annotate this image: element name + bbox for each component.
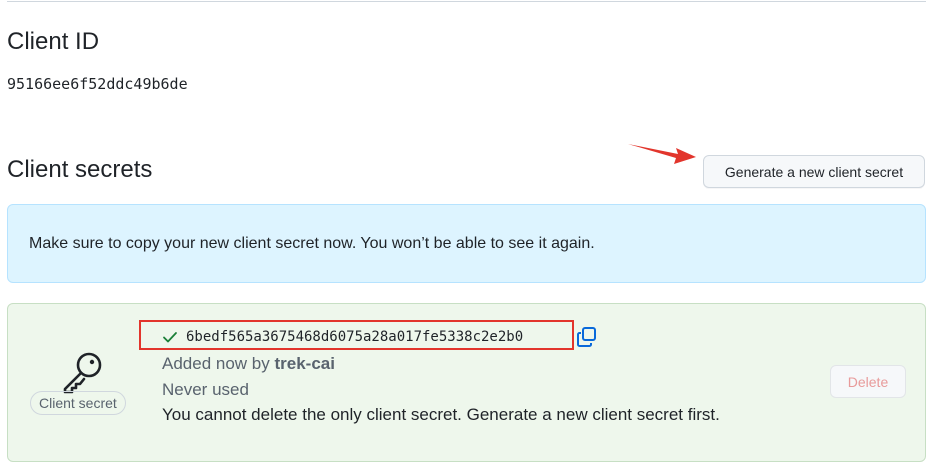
generate-new-client-secret-button[interactable]: Generate a new client secret [703,155,925,188]
delete-secret-button[interactable]: Delete [830,365,906,398]
secret-delete-note: You cannot delete the only client secret… [162,405,720,424]
added-by-user: trek-cai [274,354,335,373]
copy-icon[interactable] [576,326,598,348]
client-secret-card: Client secret 6bedf565a3675468d6075a28a0… [7,303,926,462]
client-secrets-heading: Client secrets [7,156,153,183]
client-id-heading: Client ID [7,28,100,55]
secret-value-row: 6bedf565a3675468d6075a28a017fe5338c2e2b0 [162,324,523,350]
top-divider [7,1,926,2]
client-secret-value[interactable]: 6bedf565a3675468d6075a28a017fe5338c2e2b0 [186,327,523,347]
red-arrow-annotation-icon [628,144,696,164]
oauth-app-settings-page: Client ID 95166ee6f52ddc49b6de Client se… [0,0,933,475]
added-prefix: Added now by [162,354,275,373]
secret-added-by: Added now by trek-cai [162,353,335,375]
client-id-value: 95166ee6f52ddc49b6de [7,75,188,93]
secret-usage: Never used [162,380,249,399]
copy-secret-flash-banner: Make sure to copy your new client secret… [7,204,926,283]
key-icon [63,352,102,394]
check-icon [163,332,177,343]
client-secret-badge: Client secret [30,391,126,415]
flash-message: Make sure to copy your new client secret… [29,235,595,252]
